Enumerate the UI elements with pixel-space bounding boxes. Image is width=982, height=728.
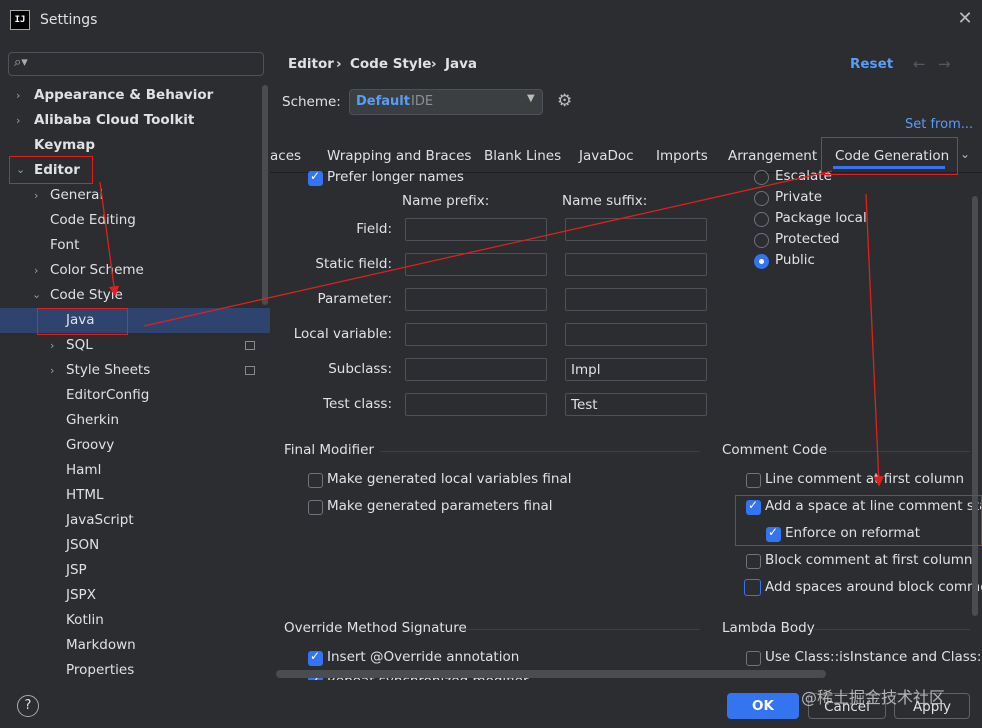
annotation-arrows [99,170,884,487]
annotation-arrow-editor-to-java [99,181,120,297]
annotation-line-java-to-tab [143,170,833,327]
annotation-arrow-tab-to-comments [865,193,884,487]
